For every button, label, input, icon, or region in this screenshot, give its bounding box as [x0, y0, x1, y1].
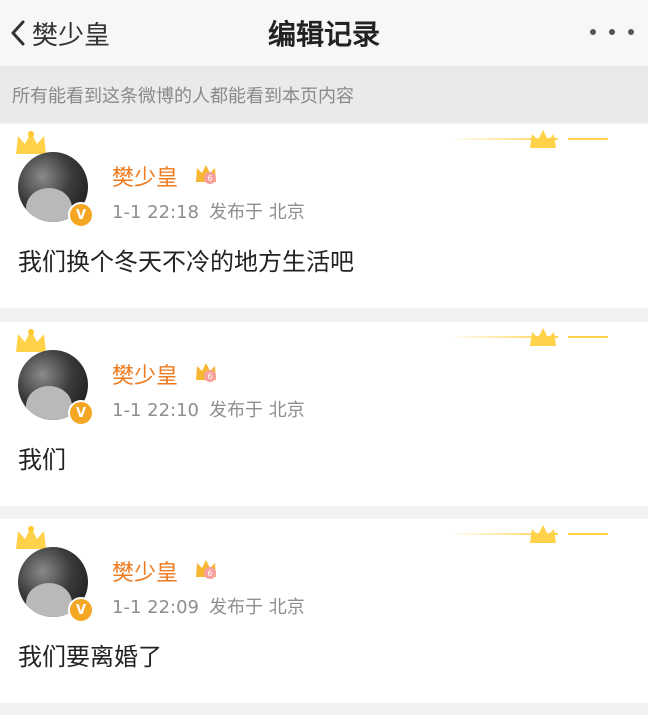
post-content: 我们要离婚了 [18, 643, 162, 671]
crown-icon [530, 130, 556, 148]
post-location: 发布于 北京 [209, 400, 305, 421]
verified-badge-icon: V [68, 597, 94, 623]
back-label[interactable]: 樊少皇 [32, 15, 110, 52]
back-button[interactable]: 樊少皇 [10, 14, 110, 52]
post-time: 1-1 22:18 [112, 202, 199, 223]
more-horizontal-icon [609, 29, 615, 35]
vip-crown-icon[interactable]: 6 [194, 557, 218, 581]
post-content: 我们 [18, 446, 66, 474]
post-meta: 1-1 22:18 发布于 北京 [112, 198, 305, 224]
post-time: 1-1 22:09 [112, 597, 199, 618]
verified-badge-icon: V [68, 400, 94, 426]
post-time: 1-1 22:10 [112, 400, 199, 421]
post-meta: 1-1 22:10 发布于 北京 [112, 396, 305, 422]
edit-history-screen: 樊少皇 编辑记录 所有能看到这条微博的人都能看到本页内容 V 樊少皇 6 1-1… [0, 0, 648, 715]
visibility-notice-text: 所有能看到这条微博的人都能看到本页内容 [12, 86, 354, 107]
visibility-notice: 所有能看到这条微博的人都能看到本页内容 [0, 67, 648, 123]
crown-icon [530, 328, 556, 346]
post-meta: 1-1 22:09 发布于 北京 [112, 593, 305, 619]
edit-record-card[interactable]: V 樊少皇 6 1-1 22:10 发布于 北京 我们 [0, 322, 648, 506]
post-location: 发布于 北京 [209, 597, 305, 618]
more-horizontal-icon [628, 29, 634, 35]
author-name[interactable]: 樊少皇 [112, 160, 178, 192]
svg-text:6: 6 [207, 372, 212, 381]
vip-crown-icon[interactable]: 6 [194, 360, 218, 384]
chevron-left-icon [11, 20, 25, 46]
crown-icon [530, 525, 556, 543]
author-name[interactable]: 樊少皇 [112, 358, 178, 390]
verified-badge-icon: V [68, 202, 94, 228]
more-button[interactable] [590, 18, 634, 46]
page-title: 编辑记录 [267, 18, 380, 51]
author-name[interactable]: 樊少皇 [112, 555, 178, 587]
svg-text:6: 6 [207, 174, 212, 183]
svg-text:6: 6 [207, 569, 212, 578]
post-location: 发布于 北京 [209, 202, 305, 223]
edit-record-card[interactable]: V 樊少皇 6 1-1 22:09 发布于 北京 我们要离婚了 [0, 519, 648, 703]
crown-icon [16, 526, 46, 549]
more-horizontal-icon [590, 29, 596, 35]
edit-record-card[interactable]: V 樊少皇 6 1-1 22:18 发布于 北京 我们换个冬天不冷的地方生活吧 [0, 124, 648, 308]
crown-icon [16, 329, 46, 352]
vip-crown-icon[interactable]: 6 [194, 162, 218, 186]
crown-icon [16, 131, 46, 154]
top-nav-bar: 樊少皇 编辑记录 [0, 0, 648, 67]
post-content: 我们换个冬天不冷的地方生活吧 [18, 248, 354, 276]
